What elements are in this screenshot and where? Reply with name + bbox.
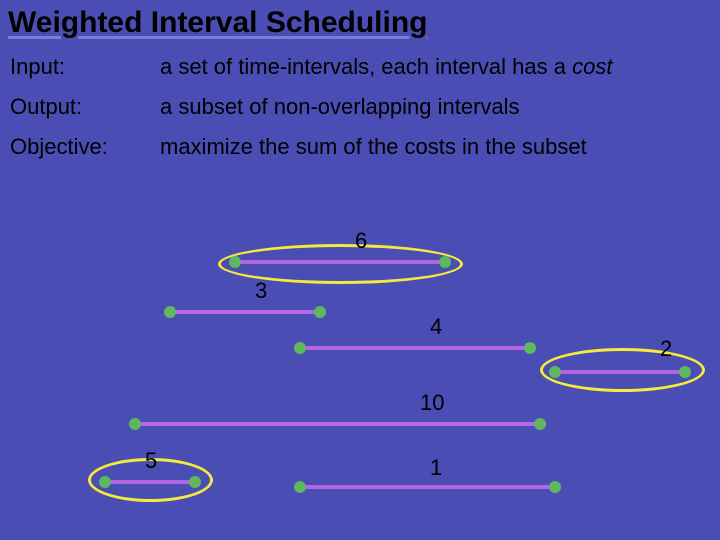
def-output-value: a subset of non-overlapping intervals: [160, 94, 520, 120]
interval-weight: 4: [430, 314, 442, 340]
def-input-em: cost: [572, 54, 612, 79]
definitions: Input: a set of time-intervals, each int…: [0, 42, 720, 160]
interval-bar: [170, 310, 320, 314]
def-objective: Objective: maximize the sum of the costs…: [10, 134, 710, 160]
interval-weight: 5: [145, 448, 157, 474]
interval-weight: 2: [660, 336, 672, 362]
def-objective-label: Objective:: [10, 134, 160, 160]
def-input-label: Input:: [10, 54, 160, 80]
interval-bar: [555, 370, 685, 374]
def-output: Output: a subset of non-overlapping inte…: [10, 94, 710, 120]
interval-bar: [135, 422, 540, 426]
def-input: Input: a set of time-intervals, each int…: [10, 54, 710, 80]
interval-weight: 1: [430, 455, 442, 481]
intervals-diagram: 6 3 4 2 10 5 1: [0, 230, 720, 540]
interval-bar: [300, 485, 555, 489]
page-title: Weighted Interval Scheduling: [0, 0, 720, 42]
def-objective-value: maximize the sum of the costs in the sub…: [160, 134, 587, 160]
interval-weight: 10: [420, 390, 444, 416]
def-input-value: a set of time-intervals, each interval h…: [160, 54, 612, 80]
interval-bar: [105, 480, 195, 484]
interval-bar: [235, 260, 445, 264]
interval-bar: [300, 346, 530, 350]
def-input-text: a set of time-intervals, each interval h…: [160, 54, 572, 79]
interval-weight: 6: [355, 228, 367, 254]
interval-weight: 3: [255, 278, 267, 304]
def-output-label: Output:: [10, 94, 160, 120]
